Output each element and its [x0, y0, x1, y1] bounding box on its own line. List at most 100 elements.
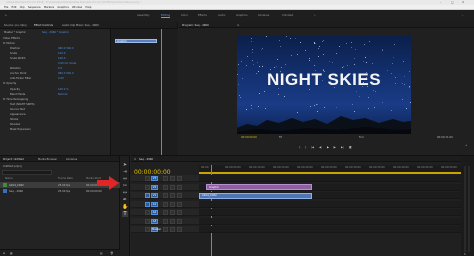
track-header[interactable]: V3: [131, 175, 199, 182]
program-title[interactable]: Program: Seq - 4960: [182, 24, 209, 27]
workspace-assembly[interactable]: Assembly: [137, 14, 150, 17]
work-area-bar[interactable]: [199, 172, 461, 174]
video-frame[interactable]: NIGHT SKIES: [237, 36, 411, 134]
track-header[interactable]: Master: [131, 226, 199, 233]
effect-property-value[interactable]: 100.0: [58, 57, 65, 60]
effect-property-value[interactable]: 960.0 540.0: [58, 72, 74, 75]
ripple-edit-tool-icon[interactable]: ⇔: [122, 176, 128, 182]
effect-property-value[interactable]: 960.0 540.0: [58, 47, 74, 50]
workspace-audio[interactable]: Audio: [218, 14, 225, 17]
menu-edit[interactable]: Edit: [12, 6, 17, 9]
workspace-overflow-icon[interactable]: »: [314, 14, 316, 17]
home-icon[interactable]: ⌂: [5, 14, 7, 17]
play-icon[interactable]: ▶: [327, 146, 329, 149]
eye-icon[interactable]: [177, 176, 182, 181]
tab-media-browser[interactable]: Media Browser: [38, 158, 57, 161]
program-menu-icon[interactable]: ≡: [237, 24, 239, 27]
track-target-toggle[interactable]: [145, 184, 150, 190]
track-label[interactable]: A2: [151, 210, 158, 215]
eye-icon[interactable]: [177, 193, 182, 198]
track-lane[interactable]: [199, 175, 461, 182]
effect-property-row[interactable]: Appearance: [0, 113, 110, 117]
razor-tool-icon[interactable]: ✂: [122, 183, 128, 189]
eye-icon[interactable]: [177, 184, 182, 190]
effect-property-value[interactable]: 0.00: [58, 77, 64, 80]
tab-libraries[interactable]: Libraries: [66, 158, 77, 161]
lock-icon[interactable]: [163, 184, 168, 190]
track-target-toggle[interactable]: [145, 201, 150, 207]
eye-icon[interactable]: [177, 210, 182, 215]
lock-icon[interactable]: [163, 176, 168, 181]
go-to-out-icon[interactable]: ▶|: [341, 146, 344, 149]
icon-view-icon[interactable]: ▦: [10, 252, 12, 255]
effect-controls-timeline[interactable]: Graphic: [110, 29, 178, 155]
workspace-unlinked[interactable]: Unlinked: [282, 14, 293, 17]
effect-property-row[interactable]: Video Effects: [0, 36, 110, 40]
mark-in-icon[interactable]: {: [299, 146, 301, 149]
track-header[interactable]: A2: [131, 209, 199, 216]
track-label[interactable]: Master: [151, 227, 161, 232]
effect-property-row[interactable]: Uniform Scale: [0, 62, 110, 66]
tab-audio-clip-mixer[interactable]: Audio Clip Mixer: Seq - 4960: [62, 24, 99, 27]
maximize-icon[interactable]: □: [451, 1, 453, 4]
track-label[interactable]: A1: [151, 201, 158, 207]
effect-property-row[interactable]: Rotation 0.0: [0, 67, 110, 71]
button-editor-icon[interactable]: +: [465, 144, 467, 147]
menu-graphics[interactable]: Graphics: [57, 6, 68, 9]
menu-sequence[interactable]: Sequence: [28, 6, 41, 9]
menu-clip[interactable]: Clip: [20, 6, 25, 9]
column-frame-rate[interactable]: Frame Rate: [58, 177, 73, 180]
track-lane[interactable]: [199, 226, 461, 233]
mark-out-icon[interactable]: }: [305, 146, 307, 149]
search-icon[interactable]: ⌕: [462, 14, 463, 17]
track-label[interactable]: A3: [151, 218, 158, 224]
effect-property-value[interactable]: Uniform Scale: [58, 62, 76, 65]
track-header[interactable]: A1: [131, 200, 199, 208]
close-icon[interactable]: ✕: [462, 1, 464, 4]
step-back-icon[interactable]: ◀|: [319, 146, 322, 149]
project-search-input[interactable]: [2, 170, 52, 175]
effect-property-row[interactable]: Scale Width 100.0: [0, 56, 110, 60]
tab-source-menu[interactable]: Source: (no clips): [4, 24, 27, 27]
effect-property-value[interactable]: 100.0 %: [58, 88, 69, 91]
workspace-libraries[interactable]: Libraries: [258, 14, 269, 17]
track-target-toggle[interactable]: [145, 210, 150, 215]
effect-property-row[interactable]: Anti-flicker Filter 0.00: [0, 77, 110, 81]
effect-property-row[interactable]: Source Text: [0, 107, 110, 111]
effect-property-value[interactable]: 100.0: [58, 52, 65, 55]
eye-icon[interactable]: [177, 218, 182, 224]
sync-lock-icon[interactable]: [170, 176, 175, 181]
workspace-effects[interactable]: Effects: [198, 14, 207, 17]
effect-property-value[interactable]: Normal: [58, 93, 67, 96]
timeline-close-icon[interactable]: ✕: [134, 158, 136, 161]
master-clip-label[interactable]: Master * Graphic: [4, 31, 26, 34]
effect-clip-bar[interactable]: Graphic: [115, 39, 157, 43]
effect-property-row[interactable]: Position 960.0 540.0: [0, 46, 110, 50]
go-to-in-icon[interactable]: |◀: [311, 146, 314, 149]
track-label[interactable]: V2: [151, 184, 158, 190]
track-lane[interactable]: [199, 200, 461, 208]
track-target-toggle[interactable]: [145, 227, 150, 232]
tab-effect-controls[interactable]: Effect Controls: [34, 24, 53, 27]
track-header[interactable]: A3: [131, 217, 199, 225]
menu-help[interactable]: Help: [85, 6, 91, 9]
sequence-clip-label[interactable]: Seq - 4960 * Graphic: [42, 31, 69, 34]
menu-file[interactable]: File: [4, 6, 8, 9]
new-item-icon[interactable]: ▤: [100, 252, 102, 255]
pen-tool-icon[interactable]: ✒: [122, 197, 128, 203]
eye-icon[interactable]: [177, 227, 182, 232]
effect-property-row[interactable]: Shadow: [0, 123, 110, 127]
track-lane[interactable]: [199, 217, 461, 225]
sync-lock-icon[interactable]: [170, 184, 175, 190]
effect-property-row[interactable]: Blend Mode Normal: [0, 92, 110, 96]
effect-playhead[interactable]: [161, 29, 162, 155]
track-header[interactable]: V1: [131, 192, 199, 199]
graphic-clip[interactable]: Graphic: [206, 184, 312, 190]
selection-tool-icon[interactable]: ➤: [122, 162, 128, 168]
type-tool-icon[interactable]: T: [122, 211, 128, 217]
eye-icon[interactable]: [177, 201, 182, 207]
effect-property-row[interactable]: Stroke: [0, 118, 110, 122]
timeline-sequence-tab[interactable]: Seq - 4960: [139, 158, 153, 161]
sync-lock-icon[interactable]: [170, 210, 175, 215]
effect-property-row[interactable]: Opacity 100.0 %: [0, 87, 110, 91]
